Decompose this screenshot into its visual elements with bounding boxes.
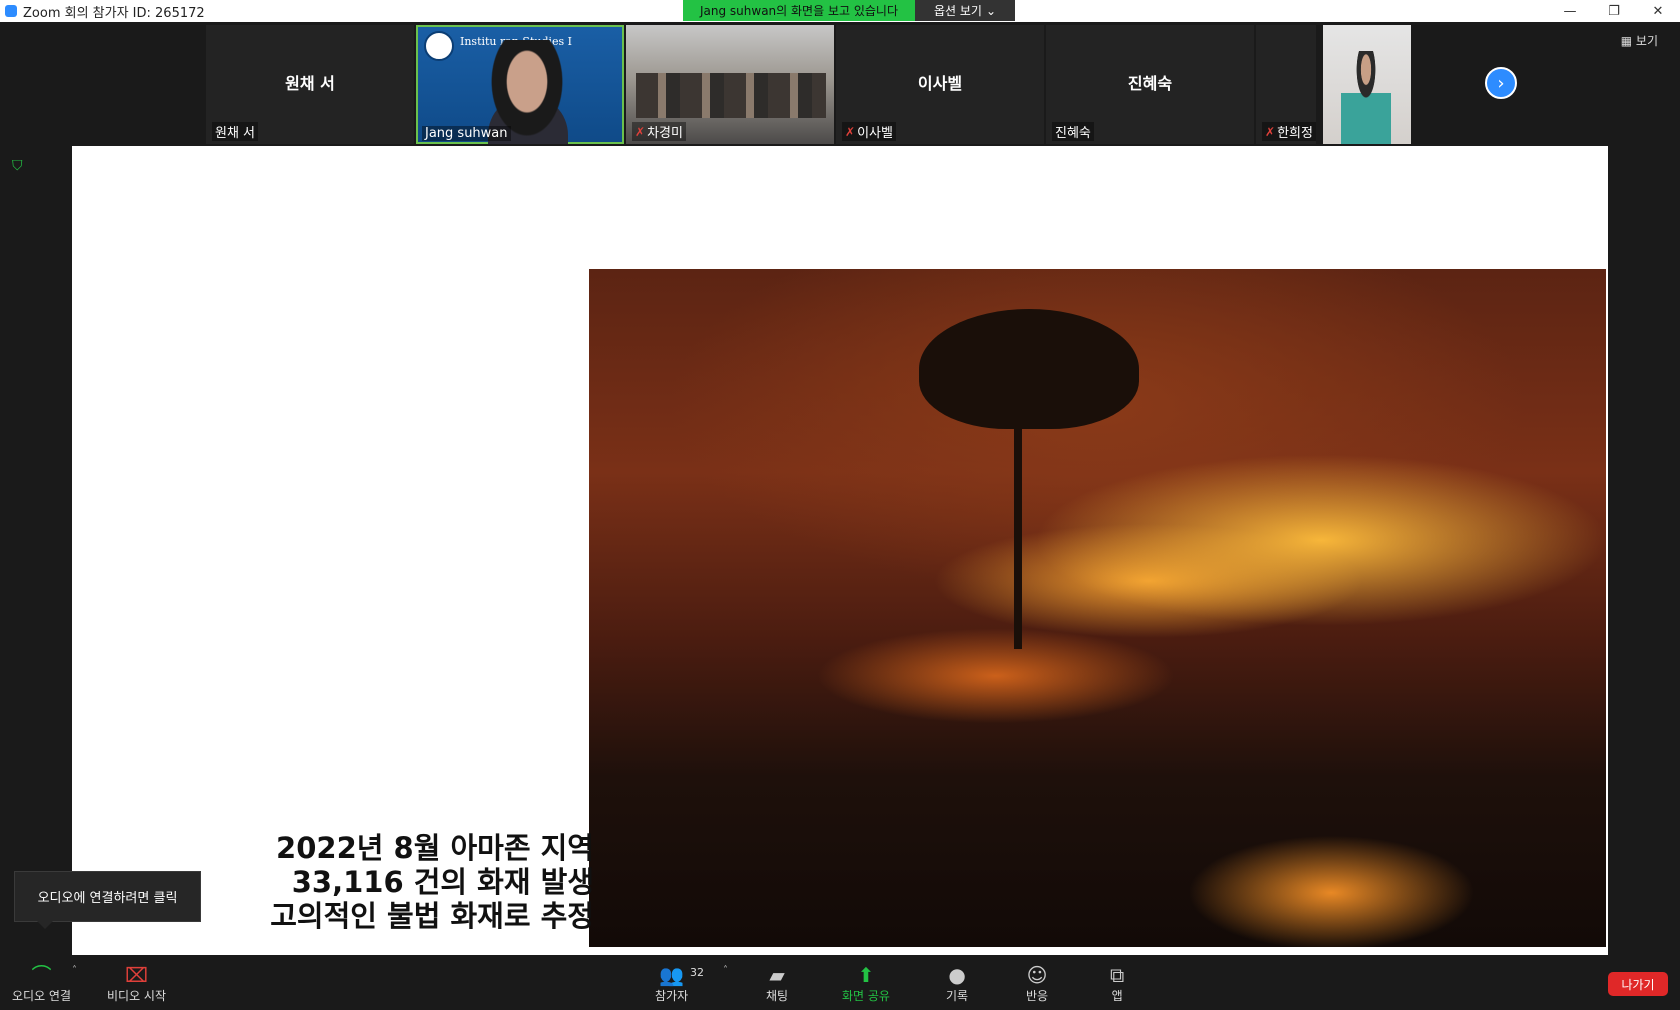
record-button[interactable]: ● 기록: [946, 963, 968, 1004]
muted-mic-icon: ✗: [1265, 124, 1276, 139]
participant-name-label: Jang suhwan: [422, 126, 511, 141]
audio-tooltip: 오디오에 연결하려면 클릭: [14, 871, 201, 929]
reaction-smiley-icon: ☺: [1026, 963, 1048, 987]
muted-mic-icon: ✗: [845, 124, 856, 139]
headphones-icon: ⌒: [31, 963, 52, 987]
apps-label: 앱: [1111, 989, 1123, 1003]
tree-silhouette: [919, 309, 1139, 429]
video-feed: [636, 73, 826, 118]
participant-name-label: 진혜숙: [1052, 122, 1094, 141]
share-status-text: Jang suhwan의 화면을 보고 있습니다: [683, 0, 915, 21]
apps-icon: ⧉: [1110, 963, 1125, 987]
chat-label: 채팅: [766, 989, 789, 1003]
chevron-down-icon: ⌄: [985, 3, 997, 18]
next-page-button[interactable]: ›: [1485, 67, 1517, 99]
participants-options-caret-icon[interactable]: ˄: [723, 965, 728, 976]
participants-icon: 👥: [659, 963, 685, 987]
chevron-right-icon: ›: [1497, 72, 1505, 94]
amazon-fire-photo: [589, 269, 1606, 947]
chat-button[interactable]: ▰ 채팅: [766, 963, 788, 1004]
participant-name-label: 원채 서: [212, 122, 259, 141]
close-button[interactable]: ✕: [1636, 0, 1680, 22]
caption-line: 2022년 8월 아마존 지역: [276, 831, 594, 865]
record-icon: ●: [948, 963, 966, 987]
meeting-toolbar: ⌒ 오디오 연결 ˄ ⌧ 비디오 시작 👥 참가자 ˄ ▰ 채팅 ⬆ 화면 공유…: [0, 957, 1680, 1010]
audio-options-caret-icon[interactable]: ˄: [72, 965, 77, 976]
participant-name-label: ✗ 한희정: [1262, 122, 1316, 141]
participant-tile[interactable]: 원채 서 원채 서: [206, 25, 414, 144]
view-button[interactable]: ▦ 보기: [1621, 32, 1658, 49]
participant-video-thumbnail[interactable]: [1323, 25, 1411, 144]
audio-label: 오디오 연결: [12, 989, 72, 1003]
apps-button[interactable]: ⧉ 앱: [1110, 963, 1124, 1004]
participant-tile[interactable]: 진혜숙 진혜숙: [1046, 25, 1254, 144]
participant-name-label: ✗ 차경미: [632, 122, 686, 141]
slide-caption: 2022년 8월 아마존 지역 33,116 건의 화재 발생 고의적인 불법 …: [270, 831, 594, 933]
video-button[interactable]: ⌧ 비디오 시작: [107, 963, 166, 1004]
participant-name-label: ✗ 이사벨: [842, 122, 896, 141]
minimize-button[interactable]: —: [1548, 0, 1592, 22]
record-label: 기록: [946, 989, 969, 1003]
video-feed: [1341, 51, 1391, 144]
audio-button[interactable]: ⌒ 오디오 연결: [12, 963, 71, 1004]
video-label: 비디오 시작: [107, 989, 167, 1003]
institute-logo-icon: [424, 31, 454, 61]
participant-count-badge: 32: [690, 966, 704, 979]
caption-line: 33,116 건의 화재 발생: [291, 865, 594, 899]
zoom-logo-icon: [5, 5, 17, 17]
share-label: 화면 공유: [842, 989, 890, 1003]
participants-button[interactable]: 👥 참가자: [655, 963, 688, 1004]
view-options-label: 옵션 보기: [933, 4, 982, 18]
window-title: Zoom 회의 참가자 ID: 265172: [23, 5, 205, 21]
meeting-area: 원채 서 원채 서 Institu ran Studies I Jang suh…: [0, 22, 1680, 957]
participant-name-large: 진혜숙: [1127, 74, 1173, 93]
participant-name-large: 원채 서: [285, 74, 335, 93]
shared-screen-slide: 2022년 8월 아마존 지역 33,116 건의 화재 발생 고의적인 불법 …: [72, 146, 1608, 955]
participant-strip: 원채 서 원채 서 Institu ran Studies I Jang suh…: [206, 25, 1316, 144]
security-shield-icon: ⛉: [12, 158, 23, 174]
participant-tile-active-speaker[interactable]: Institu ran Studies I Jang suhwan: [416, 25, 624, 144]
share-screen-icon: ⬆: [857, 963, 875, 987]
muted-mic-icon: ✗: [635, 124, 646, 139]
participant-tile[interactable]: 이사벨 ✗ 이사벨: [836, 25, 1044, 144]
video-off-icon: ⌧: [124, 963, 149, 987]
participant-tile[interactable]: ✗ 차경미: [626, 25, 834, 144]
share-screen-button[interactable]: ⬆ 화면 공유: [842, 963, 890, 1004]
tree-trunk: [1014, 389, 1022, 649]
restore-button[interactable]: ❐: [1592, 0, 1636, 22]
participant-name-large: 이사벨: [917, 74, 963, 93]
leave-meeting-button[interactable]: 나가기: [1608, 972, 1668, 996]
view-options-button[interactable]: 옵션 보기 ⌄: [915, 0, 1015, 21]
caption-line: 고의적인 불법 화재로 추정: [270, 899, 594, 933]
reactions-button[interactable]: ☺ 반응: [1026, 963, 1048, 1004]
share-status-bar: Jang suhwan의 화면을 보고 있습니다 옵션 보기 ⌄: [683, 0, 1015, 21]
participants-label: 참가자: [655, 989, 689, 1003]
participant-tile[interactable]: ✗ 한희정: [1256, 25, 1316, 144]
reactions-label: 반응: [1026, 989, 1049, 1003]
chat-icon: ▰: [769, 963, 785, 987]
window-controls: — ❐ ✕: [1548, 0, 1680, 22]
